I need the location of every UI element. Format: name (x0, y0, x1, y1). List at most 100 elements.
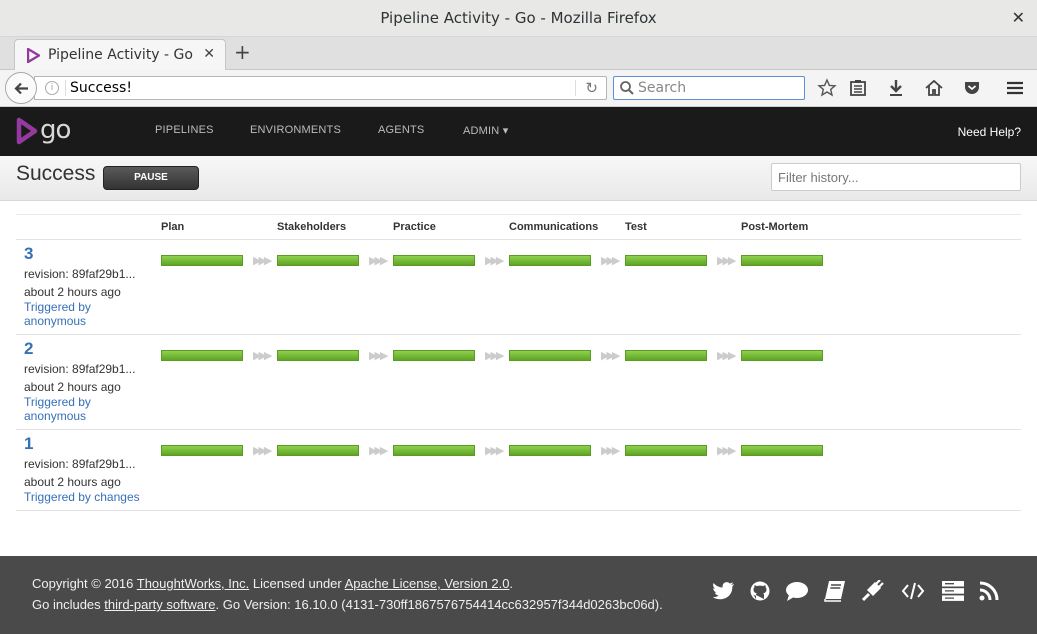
run-counter-link[interactable]: 3 (24, 244, 33, 264)
go-logo-text: go (40, 115, 71, 145)
stage-arrow-icon: ▶▶▶ (717, 349, 736, 362)
server-icon[interactable] (941, 580, 965, 602)
revision-text: revision: 89faf29b1... (24, 362, 136, 376)
search-input[interactable] (638, 79, 798, 97)
stage-bar-post-mortem[interactable] (741, 445, 823, 456)
nav-agents[interactable]: AGENTS (378, 124, 424, 136)
go-logo-icon (16, 117, 38, 145)
twitter-icon[interactable] (712, 580, 736, 602)
stage-header-post-mortem: Post-Mortem (741, 221, 809, 233)
url-bar[interactable]: i Success! ↻ (34, 76, 607, 100)
stage-bar-communications[interactable] (509, 350, 591, 361)
copyright-line: Copyright © 2016 ThoughtWorks, Inc. Lice… (32, 576, 513, 591)
stage-arrow-icon: ▶▶▶ (485, 254, 504, 267)
stage-header-stakeholders: Stakeholders (277, 221, 347, 233)
window-close-icon[interactable]: ✕ (1012, 8, 1025, 27)
url-separator (65, 80, 66, 96)
stage-bar-plan[interactable] (161, 445, 243, 456)
triggered-by-link[interactable]: Triggered by anonymous (24, 300, 154, 328)
stage-arrow-icon: ▶▶▶ (601, 444, 620, 457)
stage-bar-practice[interactable] (393, 350, 475, 361)
new-tab-button[interactable]: + (234, 40, 251, 64)
stage-bar-plan[interactable] (161, 255, 243, 266)
stage-arrow-icon: ▶▶▶ (485, 444, 504, 457)
stage-arrow-icon: ▶▶▶ (253, 254, 272, 267)
page-title: Success (16, 162, 96, 185)
go-favicon-icon (27, 48, 40, 63)
stage-bar-post-mortem[interactable] (741, 350, 823, 361)
go-logo[interactable]: go (16, 115, 80, 147)
navigation-bar: i Success! ↻ (0, 70, 1037, 107)
stage-bar-communications[interactable] (509, 255, 591, 266)
stage-header-practice: Practice (393, 221, 436, 233)
triggered-by-link[interactable]: Triggered by anonymous (24, 395, 154, 423)
stage-bar-stakeholders[interactable] (277, 255, 359, 266)
period-text: . (509, 576, 514, 591)
reading-list-icon[interactable] (848, 78, 868, 98)
pause-button[interactable]: PAUSE (103, 166, 199, 190)
stage-arrow-icon: ▶▶▶ (601, 254, 620, 267)
thoughtworks-link[interactable]: ThoughtWorks, Inc. (137, 576, 249, 591)
reload-separator (575, 80, 576, 96)
reload-icon[interactable]: ↻ (585, 79, 598, 97)
stage-header-plan: Plan (161, 221, 185, 233)
stage-bar-plan[interactable] (161, 350, 243, 361)
back-button[interactable] (5, 72, 37, 104)
url-text[interactable]: Success! (70, 80, 132, 96)
triggered-by-link[interactable]: Triggered by changes (24, 490, 154, 504)
stage-bar-practice[interactable] (393, 445, 475, 456)
third-party-link[interactable]: third-party software (104, 597, 215, 612)
licensed-text: Licensed under (249, 576, 345, 591)
pocket-icon[interactable] (962, 78, 982, 98)
pipeline-run-row: 1 revision: 89faf29b1... about 2 hours a… (16, 429, 1021, 511)
nav-admin[interactable]: ADMIN ▾ (463, 124, 508, 137)
download-icon[interactable] (886, 78, 906, 98)
home-icon[interactable] (924, 78, 944, 98)
pipeline-run-row: 3 revision: 89faf29b1... about 2 hours a… (16, 239, 1021, 334)
version-text: . Go Version: 16.10.0 (4131-730ff1867576… (215, 597, 663, 612)
book-icon[interactable] (823, 580, 847, 602)
nav-pipelines[interactable]: PIPELINES (155, 124, 214, 136)
filter-history-input[interactable] (771, 163, 1021, 191)
github-icon[interactable] (748, 580, 772, 602)
stage-bar-stakeholders[interactable] (277, 350, 359, 361)
run-time: about 2 hours ago (24, 380, 121, 394)
stage-bar-post-mortem[interactable] (741, 255, 823, 266)
stage-arrow-icon: ▶▶▶ (369, 349, 388, 362)
pipeline-activity-table: Plan Stakeholders Practice Communication… (16, 214, 1021, 511)
hamburger-menu-icon[interactable] (1005, 78, 1025, 98)
back-arrow-icon (14, 82, 28, 95)
stage-bar-test[interactable] (625, 350, 707, 361)
chat-icon[interactable] (785, 580, 809, 602)
license-link[interactable]: Apache License, Version 2.0 (345, 576, 510, 591)
tab-strip: Pipeline Activity - Go ✕ (0, 37, 1037, 71)
pipeline-run-row: 2 revision: 89faf29b1... about 2 hours a… (16, 334, 1021, 429)
run-counter-link[interactable]: 2 (24, 339, 33, 359)
search-icon (620, 81, 634, 95)
rss-icon[interactable] (978, 580, 1002, 602)
stage-header-test: Test (625, 221, 647, 233)
page-footer: Copyright © 2016 ThoughtWorks, Inc. Lice… (0, 556, 1037, 634)
browser-tab[interactable]: Pipeline Activity - Go ✕ (14, 39, 226, 71)
run-counter-link[interactable]: 1 (24, 434, 33, 454)
tab-close-icon[interactable]: ✕ (203, 46, 215, 62)
window-titlebar: Pipeline Activity - Go - Mozilla Firefox… (0, 0, 1037, 37)
stage-bar-test[interactable] (625, 445, 707, 456)
go-header: go PIPELINES ENVIRONMENTS AGENTS ADMIN ▾… (0, 107, 1037, 156)
code-icon[interactable] (901, 580, 925, 602)
nav-environments[interactable]: ENVIRONMENTS (250, 124, 341, 136)
info-icon[interactable]: i (45, 81, 59, 95)
need-help-link[interactable]: Need Help? (958, 125, 1021, 139)
run-time: about 2 hours ago (24, 475, 121, 489)
stage-bar-stakeholders[interactable] (277, 445, 359, 456)
version-line: Go includes third-party software. Go Ver… (32, 597, 663, 612)
stage-arrow-icon: ▶▶▶ (601, 349, 620, 362)
search-box[interactable] (613, 76, 805, 100)
revision-text: revision: 89faf29b1... (24, 457, 136, 471)
stage-bar-communications[interactable] (509, 445, 591, 456)
bookmark-star-icon[interactable] (817, 78, 837, 98)
stage-bar-practice[interactable] (393, 255, 475, 266)
stage-bar-test[interactable] (625, 255, 707, 266)
plugin-icon[interactable] (861, 580, 885, 602)
stage-arrow-icon: ▶▶▶ (369, 444, 388, 457)
